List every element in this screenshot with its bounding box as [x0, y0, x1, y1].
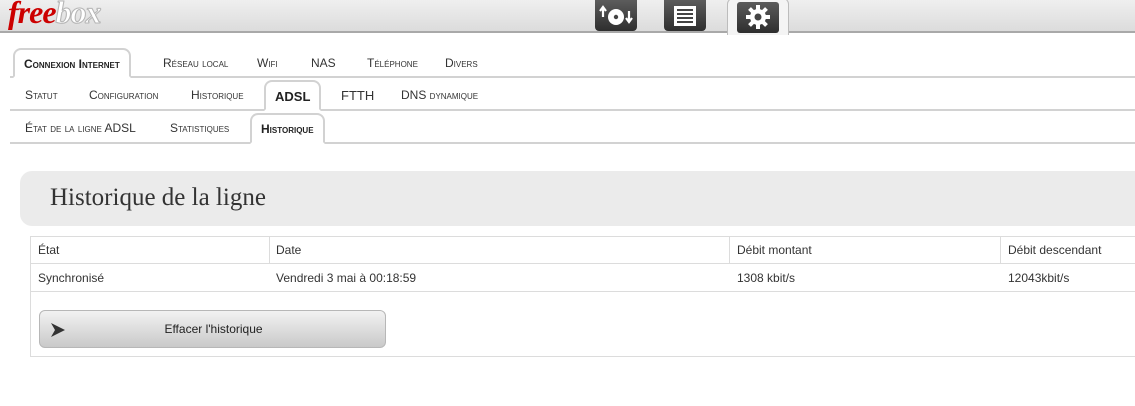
column-header-debit-descendant[interactable]: Débit descendant	[1008, 243, 1101, 257]
tab-adsl[interactable]: ADSL	[264, 80, 322, 111]
tab-telephone[interactable]: Téléphone	[367, 48, 418, 78]
table-row: Synchronisé Vendredi 3 mai à 00:18:59 13…	[31, 264, 1135, 291]
tab-statut[interactable]: Statut	[25, 80, 58, 111]
clear-history-label: Effacer l'historique	[164, 322, 263, 336]
clear-history-button[interactable]: Effacer l'historique	[39, 310, 386, 348]
tab-dns-dynamique[interactable]: DNS dynamique	[401, 80, 478, 111]
tab-divers[interactable]: Divers	[445, 48, 478, 78]
disk-transfer-icon	[599, 4, 633, 25]
tab-configuration[interactable]: Configuration	[89, 80, 158, 111]
cell-debit-descendant: 12043kbit/s	[1008, 271, 1070, 285]
row-divider	[31, 291, 1135, 292]
column-header-debit-montant[interactable]: Débit montant	[737, 243, 812, 257]
column-header-date[interactable]: Date	[276, 243, 301, 257]
disk-transfer-button[interactable]	[595, 0, 637, 31]
tab-historique-adsl[interactable]: Historique	[250, 113, 325, 144]
cell-debit-montant: 1308 kbit/s	[737, 271, 796, 285]
logo-text-free: free	[8, 0, 57, 30]
top-bar: freebox	[0, 0, 1135, 35]
freebox-logo: freebox	[8, 0, 102, 31]
tab-statistiques[interactable]: Statistiques	[170, 113, 229, 144]
list-icon	[674, 5, 696, 26]
page-title: Historique de la ligne	[50, 184, 266, 211]
tab-etat-ligne-adsl[interactable]: État de la ligne ADSL	[25, 113, 136, 144]
table-header-row: État Date Débit montant Débit descendant	[31, 237, 1135, 264]
settings-button[interactable]	[727, 0, 789, 35]
tab-nas[interactable]: NAS	[311, 48, 336, 78]
main-tabs: Connexion Internet Réseau local Wifi NAS…	[10, 48, 1135, 78]
panel-header: Historique de la ligne	[20, 171, 1135, 226]
tab-reseau-local[interactable]: Réseau local	[163, 48, 228, 78]
sub-tabs: Statut Configuration Historique ADSL FTT…	[10, 80, 1135, 111]
adsl-tabs: État de la ligne ADSL Statistiques Histo…	[10, 113, 1135, 144]
gear-icon	[746, 5, 770, 29]
tab-wifi[interactable]: Wifi	[257, 48, 278, 78]
cell-date: Vendredi 3 mai à 00:18:59	[276, 271, 417, 285]
list-button[interactable]	[664, 0, 706, 31]
tab-connexion-internet[interactable]: Connexion Internet	[13, 48, 131, 78]
logo-text-box: box	[55, 0, 102, 31]
cell-etat: Synchronisé	[38, 271, 105, 285]
tab-ftth[interactable]: FTTH	[341, 80, 374, 111]
tab-historique[interactable]: Historique	[191, 80, 244, 111]
column-header-etat[interactable]: État	[38, 243, 59, 257]
history-table: État Date Débit montant Débit descendant…	[30, 236, 1135, 357]
